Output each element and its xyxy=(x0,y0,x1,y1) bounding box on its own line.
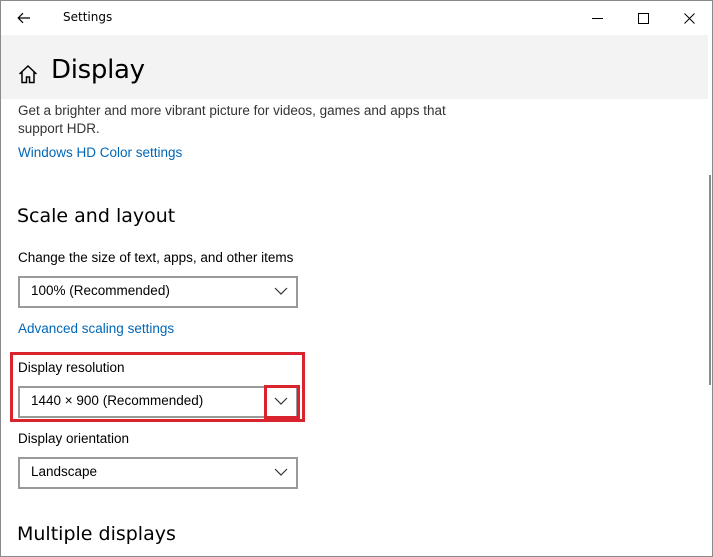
chevron-down-icon xyxy=(274,468,288,476)
maximize-button[interactable] xyxy=(620,1,666,35)
page-title: Display xyxy=(51,55,145,85)
scale-dropdown[interactable]: 100% (Recommended) xyxy=(18,276,298,308)
home-icon[interactable] xyxy=(17,63,39,85)
close-button[interactable] xyxy=(666,1,712,35)
minimize-icon xyxy=(591,17,603,19)
hdr-description: Get a brighter and more vibrant picture … xyxy=(18,103,446,136)
maximize-icon xyxy=(637,12,649,24)
back-button[interactable] xyxy=(1,1,47,35)
close-icon xyxy=(683,12,695,24)
chevron-down-icon xyxy=(274,287,288,295)
advanced-scaling-settings-link[interactable]: Advanced scaling settings xyxy=(18,321,174,336)
title-bar: Settings xyxy=(1,1,712,35)
minimize-button[interactable] xyxy=(574,1,620,35)
resolution-chevron-highlight-annotation xyxy=(264,385,300,419)
scrollbar-thumb[interactable] xyxy=(709,175,711,385)
windows-hd-color-settings-link[interactable]: Windows HD Color settings xyxy=(18,145,182,160)
display-orientation-label: Display orientation xyxy=(18,431,130,446)
orientation-dropdown[interactable]: Landscape xyxy=(18,457,298,489)
app-title: Settings xyxy=(63,10,113,24)
back-arrow-icon xyxy=(17,12,30,24)
settings-window: Settings Display Get a brighter and more… xyxy=(0,0,713,557)
text-size-label: Change the size of text, apps, and other… xyxy=(18,250,294,265)
scale-layout-heading: Scale and layout xyxy=(17,205,176,227)
orientation-dropdown-value: Landscape xyxy=(31,464,98,479)
scale-dropdown-value: 100% (Recommended) xyxy=(31,283,170,298)
multiple-displays-heading: Multiple displays xyxy=(17,523,176,545)
resolution-highlight-annotation xyxy=(10,352,305,422)
